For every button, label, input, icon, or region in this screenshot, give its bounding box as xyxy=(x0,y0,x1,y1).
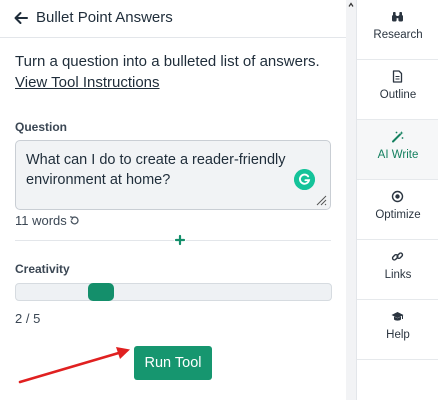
page-title: Bullet Point Answers xyxy=(36,9,173,26)
sidebar-item-help[interactable]: Help xyxy=(357,300,438,360)
question-label: Question xyxy=(15,120,68,134)
sidebar-item-outline[interactable]: Outline xyxy=(357,60,438,120)
back-arrow-icon[interactable] xyxy=(12,9,30,27)
target-icon xyxy=(391,190,404,203)
sidebar-item-links[interactable]: Links xyxy=(357,240,438,300)
add-field-icon[interactable] xyxy=(174,234,186,246)
resize-handle-icon[interactable] xyxy=(315,194,327,206)
grammarly-icon[interactable] xyxy=(294,169,315,190)
creativity-slider[interactable] xyxy=(15,283,332,301)
sidebar-item-label: Optimize xyxy=(375,209,421,221)
run-tool-button[interactable]: Run Tool xyxy=(134,346,212,380)
question-textarea[interactable]: What can I do to create a reader-friendl… xyxy=(15,140,331,210)
binoculars-icon xyxy=(392,12,403,22)
question-value[interactable]: What can I do to create a reader-friendl… xyxy=(26,150,296,190)
panel-gap xyxy=(346,0,356,400)
creativity-value: 2 / 5 xyxy=(15,311,41,326)
sidebar-item-label: Research xyxy=(373,29,423,41)
sidebar-item-ai-write[interactable]: AI Write xyxy=(357,120,438,180)
chevron-up-icon xyxy=(348,2,354,7)
intro-text: Turn a question into a bulleted list of … xyxy=(15,51,335,93)
creativity-label: Creativity xyxy=(15,262,70,276)
sidebar-item-research[interactable]: Research xyxy=(357,0,438,60)
intro-description: Turn a question into a bulleted list of … xyxy=(15,53,320,70)
app-window: Bullet Point Answers Turn a question int… xyxy=(0,0,438,400)
tools-sidebar: Research Outline AI Write Optimize Links… xyxy=(356,0,438,400)
section-divider xyxy=(15,240,331,241)
view-instructions-link[interactable]: View Tool Instructions xyxy=(15,74,160,91)
graduation-cap-icon xyxy=(391,312,404,321)
panel-header: Bullet Point Answers xyxy=(0,0,346,38)
sidebar-item-label: Links xyxy=(384,269,412,281)
magic-wand-icon xyxy=(392,131,404,143)
tool-panel: Bullet Point Answers Turn a question int… xyxy=(0,0,346,400)
sidebar-item-optimize[interactable]: Optimize xyxy=(357,180,438,240)
sidebar-item-label: Outline xyxy=(379,89,417,101)
document-icon xyxy=(392,70,403,83)
sidebar-item-label: Help xyxy=(386,329,410,341)
word-count: 11 words xyxy=(15,213,67,228)
annotation-arrow-icon xyxy=(18,347,130,384)
creativity-slider-thumb[interactable] xyxy=(88,283,114,301)
undo-icon[interactable] xyxy=(69,215,80,226)
sidebar-item-label: AI Write xyxy=(377,149,419,161)
link-icon xyxy=(391,252,404,261)
